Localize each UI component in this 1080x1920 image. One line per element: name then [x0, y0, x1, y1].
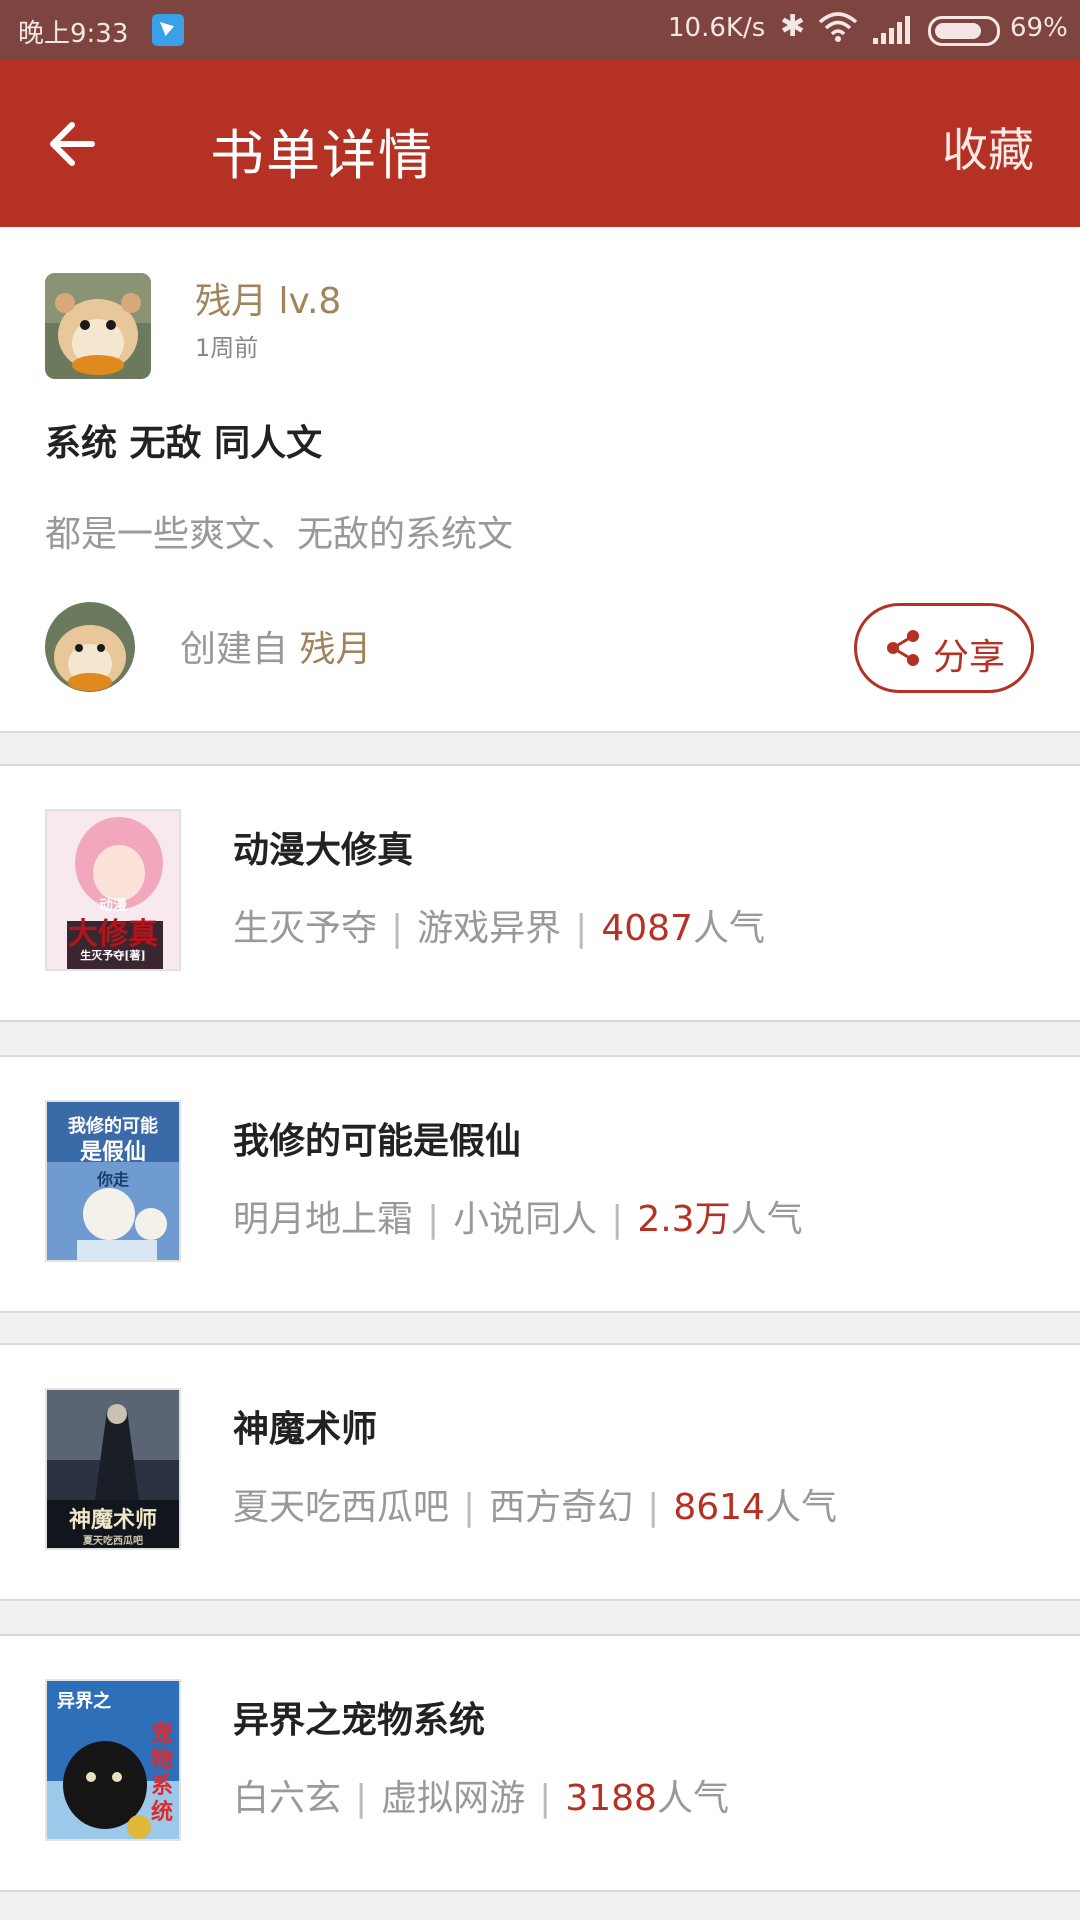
- book-meta: 生灭予夺 | 游戏异界 | 4087人气: [233, 908, 765, 949]
- book-item[interactable]: 神魔术师 夏天吃西瓜吧 神魔术师 夏天吃西瓜吧 | 西方奇幻 | 8614人气: [0, 1343, 1080, 1601]
- status-time: 晚上9:33: [18, 19, 129, 49]
- book-title[interactable]: 异界之宠物系统: [233, 1691, 485, 1743]
- network-speed: 10.6K/s: [668, 13, 766, 43]
- battery-icon: [928, 16, 1000, 46]
- cover-text: 神魔术师: [68, 1507, 157, 1533]
- created-by-label: 创建自: [180, 629, 289, 670]
- bluetooth-icon: ✱: [780, 9, 806, 44]
- cover-text: 生灭予夺[著]: [80, 949, 146, 962]
- booklist-info-card: 残月 lv.8 1周前 系统 无敌 同人文 都是一些爽文、无敌的系统文 创建自 …: [0, 227, 1080, 733]
- book-cover: 动漫 大修真 生灭予夺[著]: [45, 809, 181, 971]
- book-popularity: 2.3万: [637, 1199, 731, 1240]
- booklist-tags: 系统 无敌 同人文: [45, 423, 323, 464]
- creator-avatar[interactable]: [45, 602, 135, 692]
- share-button[interactable]: 分享: [854, 603, 1034, 693]
- user-name[interactable]: 残月 lv.8: [195, 272, 341, 324]
- battery-percent: 69%: [1010, 13, 1068, 43]
- book-author: 夏天吃西瓜吧: [233, 1487, 450, 1528]
- book-title[interactable]: 动漫大修真: [233, 821, 413, 873]
- favorite-button[interactable]: 收藏: [942, 114, 1034, 180]
- page-title: 书单详情: [210, 124, 434, 187]
- back-arrow-icon[interactable]: [44, 114, 104, 174]
- booklist-description: 都是一些爽文、无敌的系统文: [45, 514, 514, 555]
- book-meta: 白六玄 | 虚拟网游 | 3188人气: [233, 1778, 729, 1819]
- share-icon: [887, 630, 919, 666]
- status-bar: 晚上9:33 10.6K/s ✱ 69%: [0, 0, 1080, 59]
- book-author: 白六玄: [233, 1778, 342, 1819]
- book-popularity: 4087: [601, 908, 693, 949]
- wifi-icon: [818, 12, 858, 42]
- book-item[interactable]: 异界之 宠物系统 异界之宠物系统 白六玄 | 虚拟网游 | 3188人气: [0, 1634, 1080, 1892]
- cover-text: 异界之: [57, 1691, 111, 1712]
- creator-line: 创建自 残月: [180, 620, 371, 672]
- user-avatar[interactable]: [45, 273, 151, 379]
- creator-name[interactable]: 残月: [299, 629, 371, 670]
- book-category: 虚拟网游: [381, 1778, 526, 1819]
- book-author: 明月地上霜: [233, 1199, 414, 1240]
- share-label: 分享: [933, 637, 1006, 678]
- post-time: 1周前: [195, 334, 259, 362]
- book-category: 小说同人: [453, 1199, 598, 1240]
- popularity-unit: 人气: [692, 908, 765, 949]
- cover-text: 夏天吃西瓜吧: [83, 1536, 143, 1547]
- book-meta: 明月地上霜 | 小说同人 | 2.3万人气: [233, 1199, 803, 1240]
- cover-text: 是假仙: [79, 1139, 146, 1165]
- book-cover: 我修的可能 是假仙 你走: [45, 1100, 181, 1262]
- book-author: 生灭予夺: [233, 908, 378, 949]
- popularity-unit: 人气: [656, 1778, 729, 1819]
- book-title[interactable]: 神魔术师: [233, 1400, 377, 1452]
- book-meta: 夏天吃西瓜吧 | 西方奇幻 | 8614人气: [233, 1487, 837, 1528]
- book-category: 西方奇幻: [489, 1487, 634, 1528]
- cover-text: 宠物系统: [150, 1721, 173, 1825]
- book-cover: 神魔术师 夏天吃西瓜吧: [45, 1388, 181, 1550]
- book-cover: 异界之 宠物系统: [45, 1679, 181, 1841]
- popularity-unit: 人气: [730, 1199, 803, 1240]
- book-item[interactable]: 动漫 大修真 生灭予夺[著] 动漫大修真 生灭予夺 | 游戏异界 | 4087人气: [0, 764, 1080, 1022]
- app-header: 书单详情 收藏: [0, 59, 1080, 227]
- book-title[interactable]: 我修的可能是假仙: [233, 1112, 521, 1164]
- book-popularity: 3188: [565, 1778, 657, 1819]
- book-category: 游戏异界: [417, 908, 562, 949]
- cover-text: 你走: [96, 1170, 129, 1189]
- book-popularity: 8614: [673, 1487, 765, 1528]
- app-notification-icon: [152, 14, 184, 46]
- book-item[interactable]: 我修的可能 是假仙 你走 我修的可能是假仙 明月地上霜 | 小说同人 | 2.3万人气: [0, 1055, 1080, 1313]
- popularity-unit: 人气: [764, 1487, 837, 1528]
- signal-icon: [873, 16, 913, 44]
